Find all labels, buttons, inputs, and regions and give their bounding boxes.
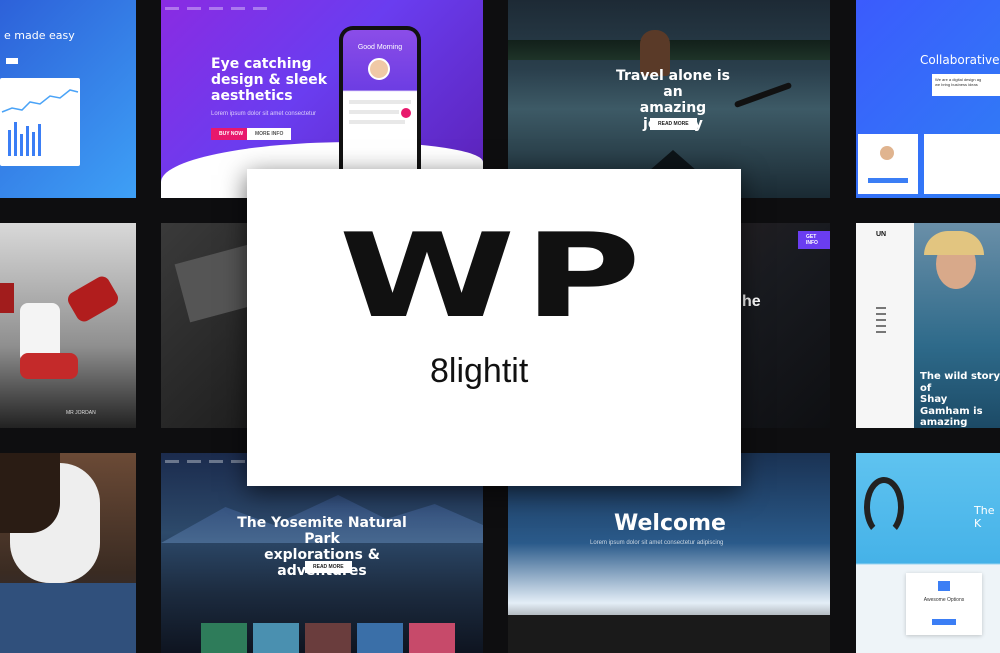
template-tile-agency: Collaborative We are a digital design ag… [856,0,1000,198]
gallery-thumb [357,623,403,653]
collage-stage: e made easy Eye catching design & sleek … [0,0,1000,653]
paddle-shape [733,81,793,109]
dark-band [508,615,830,653]
sneaker-shape [20,353,78,379]
wp-logo-text: WP [338,209,650,344]
hair-shape [924,231,984,255]
profile-card [858,134,918,194]
logo-card: WP 8lightit [247,169,741,486]
logo: UN [876,231,887,238]
phone-greeting: Good Morning [357,44,403,51]
gallery-thumb [253,623,299,653]
gallery-thumb [201,623,247,653]
tile-headline: Collaborative [920,53,1000,67]
brand-name: 8lightit [430,352,529,390]
buy-now-button: BUY NOW [211,128,252,140]
template-tile-sneakers: MR JORDAN [0,223,136,428]
options-box: Awesome Options [906,573,982,635]
caption: MR JORDAN [66,410,96,416]
tile-headline: Welcome [614,511,726,536]
headphones-icon [864,477,904,537]
tile-headline: The K [974,504,995,530]
tile-headline: e made easy [4,29,75,42]
read-more-button: READ MORE [650,118,697,130]
phone-mockup: Good Morning [339,26,421,184]
read-more-button: READ MORE [305,561,352,573]
template-tile-portrait [0,453,136,653]
car-fragment [0,283,14,313]
gallery-thumb [409,623,455,653]
sneaker-shape [65,273,121,325]
box-icon [938,581,950,591]
template-tile-analytics: e made easy [0,0,136,198]
mini-chart [0,78,80,166]
add-icon [401,108,411,118]
tile-headline: The wild story of Shay Gamham is amazing [920,371,1000,428]
tile-headline: Eye catching design & sleek aesthetics [211,56,328,105]
tile-body-text: Lorem ipsum dolor sit amet consectetur a… [590,540,724,546]
template-tile-blog: UN The wild story of Shay Gamham is amaz… [856,223,1000,428]
more-info-button: MORE INFO [247,128,292,140]
box-button [932,619,956,625]
intro-box: We are a digital design ag we bring busi… [932,74,1000,96]
template-tile-headphones: The K Awesome Options [856,453,1000,653]
line-sparkline-icon [1,89,79,113]
hair-shape [0,453,60,533]
gallery-thumb [305,623,351,653]
jeans-shape [0,583,136,653]
mini-button [6,58,18,64]
menu-list [876,303,886,363]
tile-body-text: Lorem ipsum dolor sit amet consectetur [211,111,317,117]
box-title: Awesome Options [923,597,965,603]
avatar [368,58,390,80]
stats-card [924,134,1000,194]
avatar [880,146,894,160]
